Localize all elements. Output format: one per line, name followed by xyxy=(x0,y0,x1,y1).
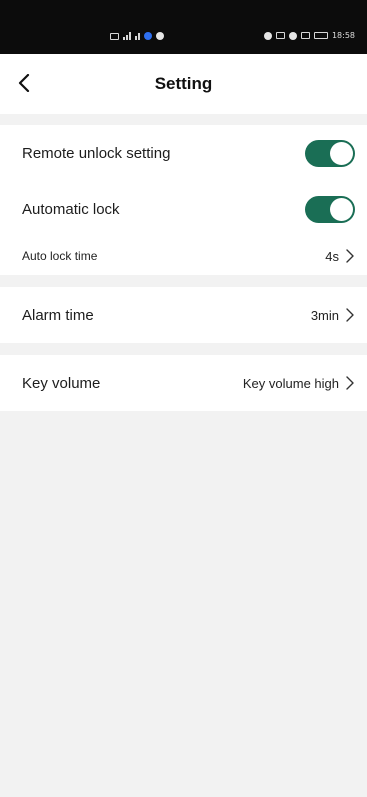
automatic-lock-toggle[interactable] xyxy=(305,195,355,223)
auto-lock-time-label: Auto lock time xyxy=(22,249,98,263)
alarm-time-value-wrap: 3min xyxy=(311,308,355,323)
key-volume-label: Key volume xyxy=(22,374,101,392)
nfc-icon xyxy=(275,32,285,39)
signal-icon xyxy=(123,32,131,40)
auto-lock-time-value: 4s xyxy=(325,248,339,264)
app-notification-icon xyxy=(144,32,152,40)
status-left-icons xyxy=(110,32,164,40)
mute-icon xyxy=(300,32,310,39)
alarm-time-value: 3min xyxy=(310,307,339,323)
status-time: 18:58 xyxy=(331,31,355,40)
section-divider xyxy=(0,114,367,125)
status-right-icons: 18:58 xyxy=(263,31,355,40)
eye-icon xyxy=(263,31,272,40)
chevron-right-icon xyxy=(346,376,354,390)
key-volume-row[interactable]: Key volume Key volume high xyxy=(0,355,367,411)
alarm-icon xyxy=(288,31,297,40)
alarm-time-row[interactable]: Alarm time 3min xyxy=(0,287,367,343)
chevron-left-icon xyxy=(18,74,30,92)
header: Setting xyxy=(0,54,367,114)
status-bar: 18:58 xyxy=(0,0,367,54)
section-divider xyxy=(0,275,367,287)
automatic-lock-label: Automatic lock xyxy=(22,200,120,218)
key-volume-value-wrap: Key volume high xyxy=(243,376,355,391)
sim-icon xyxy=(110,32,119,40)
remote-unlock-label: Remote unlock setting xyxy=(22,144,171,162)
alarm-time-label: Alarm time xyxy=(22,306,94,324)
auto-lock-time-value-wrap: 4s xyxy=(325,249,355,264)
battery-icon xyxy=(313,32,328,39)
chevron-right-icon xyxy=(346,249,354,263)
empty-background xyxy=(0,411,367,797)
section-divider xyxy=(0,343,367,355)
auto-lock-time-row[interactable]: Auto lock time 4s xyxy=(0,237,367,275)
chevron-right-icon xyxy=(346,308,354,322)
automatic-lock-row: Automatic lock xyxy=(0,181,367,237)
toggle-knob xyxy=(330,197,353,221)
key-volume-value: Key volume high xyxy=(242,375,339,391)
wifi-icon xyxy=(135,32,140,40)
remote-unlock-toggle[interactable] xyxy=(305,139,355,167)
page-title: Setting xyxy=(154,74,213,93)
back-button[interactable] xyxy=(18,70,44,96)
chat-notification-icon xyxy=(156,32,164,40)
toggle-knob xyxy=(330,141,353,165)
remote-unlock-row: Remote unlock setting xyxy=(0,125,367,181)
